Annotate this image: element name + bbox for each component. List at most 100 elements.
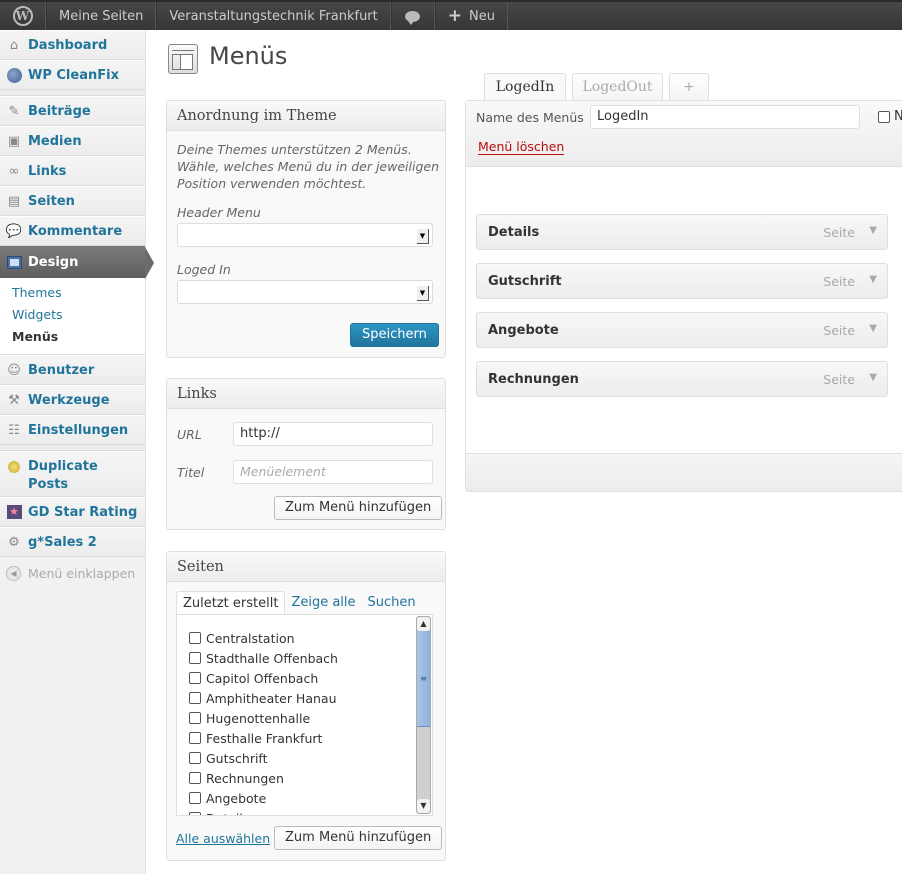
pages-icon: ▤	[7, 193, 21, 209]
sidebar-item-posts[interactable]: ✎ Beiträge	[0, 96, 145, 126]
page-checkbox-item[interactable]: Festhalle Frankfurt	[177, 728, 432, 748]
page-checkbox[interactable]	[189, 692, 201, 704]
page-checkbox-item[interactable]: Gutschrift	[177, 748, 432, 768]
design-icon	[6, 256, 22, 269]
sidebar-item-users[interactable]: ☺ Benutzer	[0, 355, 145, 385]
pages-scrollbar[interactable]: ▲ ≡ ▼	[416, 616, 431, 814]
theme-locations-title: Anordnung im Theme	[167, 101, 445, 131]
auto-add-label: N	[894, 109, 902, 124]
menu-item[interactable]: Gutschrift Seite ▼	[476, 263, 888, 299]
sidebar-item-design[interactable]: Design	[0, 246, 154, 279]
page-checkbox[interactable]	[189, 812, 201, 815]
new-label: Neu	[469, 8, 495, 24]
link-title-input[interactable]: Menüelement	[233, 460, 433, 484]
logedin-menu-select[interactable]: ▼	[177, 280, 433, 304]
scroll-up-icon[interactable]: ▲	[417, 617, 430, 631]
expand-arrow-icon[interactable]: ▼	[869, 225, 877, 236]
wp-logo-menu[interactable]: W	[0, 2, 46, 30]
delete-menu-link[interactable]: Menü löschen	[478, 139, 565, 155]
scroll-thumb[interactable]: ≡	[417, 631, 430, 727]
menu-item[interactable]: Rechnungen Seite ▼	[476, 361, 888, 397]
sidebar-item-dashboard[interactable]: ⌂ Dashboard	[0, 30, 145, 60]
comments-menu[interactable]	[390, 2, 435, 30]
add-menu-tab[interactable]: +	[669, 73, 709, 101]
link-icon: ∞	[8, 163, 20, 179]
sidebar-item-duplicate-posts[interactable]: Duplicate Posts	[0, 451, 145, 497]
page-checkbox-item[interactable]: Stadthalle Offenbach	[177, 648, 432, 668]
location-label-header: Header Menu	[177, 205, 261, 220]
page-checkbox-item[interactable]: Rechnungen	[177, 768, 432, 788]
menu-tab-logedin[interactable]: LogedIn	[484, 73, 566, 102]
save-locations-button[interactable]: Speichern	[350, 323, 439, 347]
wordpress-logo-icon: W	[12, 6, 33, 26]
page-checkbox[interactable]	[189, 712, 201, 724]
new-content-menu[interactable]: + Neu	[434, 2, 508, 30]
pages-title: Seiten	[167, 552, 445, 582]
tab-search[interactable]: Suchen	[362, 591, 422, 615]
auto-add-checkbox[interactable]	[878, 111, 890, 123]
sidebar-item-settings[interactable]: ☷ Einstellungen	[0, 415, 145, 445]
comment-bubble-icon	[405, 10, 421, 25]
sidebar-item-tools[interactable]: ⚒ Werkzeuge	[0, 385, 145, 415]
menu-item-type: Seite	[823, 372, 855, 387]
submenu-themes[interactable]: Themes	[0, 282, 145, 304]
page-label: Rechnungen	[206, 770, 284, 786]
submenu-menus[interactable]: Menüs	[0, 326, 145, 348]
sidebar-item-gd-star-rating[interactable]: ★ GD Star Rating	[0, 497, 145, 527]
menu-name-label: Name des Menüs	[476, 110, 584, 125]
comment-icon: 💬	[5, 223, 23, 239]
sidebar-item-wp-cleanfix[interactable]: WP CleanFix	[0, 60, 145, 90]
menu-name-input[interactable]: LogedIn	[590, 105, 860, 129]
page-checkbox[interactable]	[189, 792, 201, 804]
duplicate-icon	[8, 461, 20, 473]
page-checkbox-item[interactable]: Amphitheater Hanau	[177, 688, 432, 708]
sidebar-item-pages[interactable]: ▤ Seiten	[0, 186, 145, 216]
settings-icon: ☷	[8, 422, 20, 438]
globe-icon-wrap	[6, 67, 22, 83]
my-sites-menu[interactable]: Meine Seiten	[46, 2, 157, 30]
expand-arrow-icon[interactable]: ▼	[869, 323, 877, 334]
sidebar-item-media[interactable]: ▣ Medien	[0, 126, 145, 156]
page-checkbox-item[interactable]: Centralstation	[177, 628, 432, 648]
page-checkbox[interactable]	[189, 632, 201, 644]
add-link-to-menu-button[interactable]: Zum Menü hinzufügen	[274, 496, 443, 520]
page-checkbox[interactable]	[189, 772, 201, 784]
duplicate-icon-wrap	[6, 458, 22, 474]
page-checkbox-item[interactable]: Angebote	[177, 788, 432, 808]
menu-editor-footer	[466, 453, 902, 491]
select-all-link[interactable]: Alle auswählen	[176, 831, 270, 846]
url-input[interactable]: http://	[233, 422, 433, 446]
pages-tabs: Zuletzt erstellt Zeige alle Suchen	[176, 591, 422, 615]
page-label: Capitol Offenbach	[206, 670, 319, 686]
add-pages-to-menu-button[interactable]: Zum Menü hinzufügen	[274, 826, 443, 850]
page-checkbox-item[interactable]: Capitol Offenbach	[177, 668, 432, 688]
home-icon: ⌂	[9, 37, 19, 53]
sidebar-item-comments[interactable]: 💬 Kommentare	[0, 216, 145, 246]
submenu-widgets[interactable]: Widgets	[0, 304, 145, 326]
header-menu-select[interactable]: ▼	[177, 223, 433, 247]
tab-show-all[interactable]: Zeige alle	[285, 591, 361, 615]
tab-recent[interactable]: Zuletzt erstellt	[176, 591, 286, 615]
menu-item-type: Seite	[823, 323, 855, 338]
page-checkbox-item[interactable]: Hugenottenhalle	[177, 708, 432, 728]
expand-arrow-icon[interactable]: ▼	[869, 274, 877, 285]
design-icon-wrap	[6, 255, 22, 271]
menu-item[interactable]: Angebote Seite ▼	[476, 312, 888, 348]
page-checkbox[interactable]	[189, 752, 201, 764]
star-icon-wrap: ★	[6, 504, 22, 520]
page-checkbox[interactable]	[189, 652, 201, 664]
globe-icon	[6, 67, 22, 83]
menu-tab-logedout[interactable]: LogedOut	[572, 73, 663, 101]
site-name-menu[interactable]: Veranstaltungstechnik Frankfurt	[156, 2, 391, 30]
menu-item[interactable]: Details Seite ▼	[476, 214, 888, 250]
page-checkbox[interactable]	[189, 732, 201, 744]
sidebar-item-gsales[interactable]: ⚙ g*Sales 2	[0, 527, 145, 557]
collapse-menu-button[interactable]: ◀ Menü einklappen	[0, 557, 145, 589]
collapse-arrow-icon: ◀	[6, 565, 21, 581]
page-checkbox[interactable]	[189, 672, 201, 684]
expand-arrow-icon[interactable]: ▼	[869, 372, 877, 383]
scroll-down-icon[interactable]: ▼	[417, 799, 430, 813]
sidebar-item-links[interactable]: ∞ Links	[0, 156, 145, 186]
page-checkbox-item[interactable]: Details	[177, 808, 432, 815]
menu-item-title: Angebote	[488, 323, 559, 338]
